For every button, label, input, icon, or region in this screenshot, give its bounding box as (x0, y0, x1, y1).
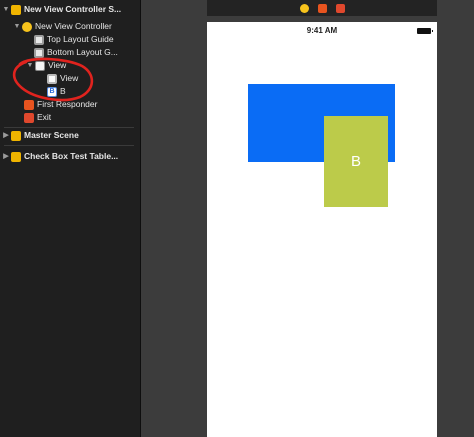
view-icon (35, 60, 45, 71)
label-icon: B (47, 86, 57, 97)
storyboard-scene-icon (11, 4, 21, 15)
outline-item-subview[interactable]: View (47, 72, 78, 85)
outline-item-label: Exit (37, 112, 52, 122)
outline-item-label: Bottom Layout G... (47, 47, 118, 57)
outline-item-label: Master Scene (24, 130, 79, 140)
outline-item-bottom-layout-guide[interactable]: Bottom Layout G... (34, 46, 118, 59)
label-b-view[interactable]: B (324, 116, 388, 207)
battery-icon (417, 28, 433, 34)
outline-item-label: View (60, 73, 79, 83)
layout-guide-icon (34, 47, 44, 58)
outline-separator (4, 127, 134, 128)
storyboard-scene-icon (11, 130, 21, 141)
disclosure-open-icon[interactable]: ▼ (2, 3, 10, 16)
outline-item-label-b[interactable]: B B (47, 85, 66, 98)
disclosure-closed-icon[interactable]: ▶ (2, 129, 10, 142)
outline-item-new-view-controller-scene[interactable]: ▼ New View Controller S... (2, 3, 121, 16)
scene-dock (207, 0, 437, 16)
outline-item-top-layout-guide[interactable]: Top Layout Guide (34, 33, 114, 46)
status-bar-time: 9:41 AM (306, 26, 338, 35)
outline-item-view[interactable]: ▼ View (26, 59, 66, 72)
outline-item-label: New View Controller S... (24, 4, 122, 14)
outline-item-exit[interactable]: Exit (24, 111, 51, 124)
layout-guide-icon (34, 34, 44, 45)
first-responder-icon[interactable] (317, 3, 327, 13)
outline-item-first-responder[interactable]: First Responder (24, 98, 97, 111)
view-controller-icon[interactable] (299, 3, 309, 13)
exit-icon[interactable] (335, 3, 345, 13)
outline-separator (4, 145, 134, 146)
outline-item-label: First Responder (37, 99, 98, 109)
disclosure-closed-icon[interactable]: ▶ (2, 150, 10, 163)
outline-item-label: View (48, 60, 67, 70)
outline-item-label: B (60, 86, 66, 96)
disclosure-open-icon[interactable]: ▼ (26, 59, 34, 72)
exit-icon (24, 112, 34, 123)
outline-item-master-scene[interactable]: ▶ Master Scene (2, 129, 79, 142)
label-b-text: B (350, 153, 361, 170)
outline-item-label: Check Box Test Table... (24, 151, 119, 161)
view-icon (47, 73, 57, 84)
outline-item-check-box-scene[interactable]: ▶ Check Box Test Table... (2, 150, 118, 163)
storyboard-scene-icon (11, 151, 21, 162)
outline-item-label: Top Layout Guide (47, 34, 114, 44)
document-outline: ▼ New View Controller S... ▼ New View Co… (0, 0, 140, 437)
first-responder-icon (24, 99, 34, 110)
view-controller-icon (22, 21, 32, 32)
outline-item-new-view-controller[interactable]: ▼ New View Controller (13, 20, 112, 33)
outline-item-label: New View Controller (35, 21, 112, 31)
disclosure-open-icon[interactable]: ▼ (13, 20, 21, 33)
